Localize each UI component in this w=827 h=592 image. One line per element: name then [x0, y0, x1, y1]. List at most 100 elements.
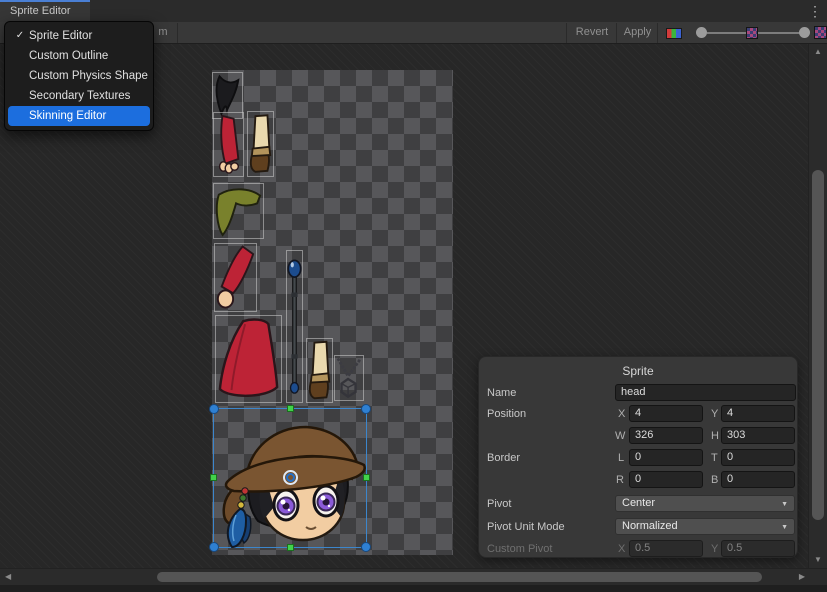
position-w-prefix: W	[615, 428, 625, 444]
border-label: Border	[487, 450, 520, 466]
clipped-toolbar-button[interactable]: m	[155, 22, 171, 43]
pivot-marker[interactable]	[283, 470, 298, 485]
menu-item-label: Sprite Editor	[29, 30, 92, 42]
vertical-scrollbar-thumb[interactable]	[812, 170, 824, 520]
selection-handle-top-left[interactable]	[209, 404, 219, 414]
name-field[interactable]: head	[615, 384, 796, 401]
custom-pivot-label: Custom Pivot	[487, 541, 552, 557]
selection-handle-bottom-right[interactable]	[361, 542, 371, 552]
custom-pivot-y-field: 0.5	[721, 540, 795, 557]
name-label: Name	[487, 385, 516, 401]
arm-sprite-image	[214, 113, 243, 176]
border-r-field[interactable]: 0	[629, 471, 703, 488]
position-y-field[interactable]: 4	[721, 405, 795, 422]
toolbar-divider	[177, 23, 178, 43]
menu-item-custom-physics-shape[interactable]: Custom Physics Shape	[8, 66, 150, 86]
sprite-rect-arm[interactable]	[213, 112, 244, 177]
pivot-dropdown-value: Center	[622, 497, 655, 509]
kebab-menu-icon[interactable]: ⋮	[806, 1, 824, 21]
sprite-inspector-panel: Sprite Name head Position X 4 Y 4 W 326 …	[478, 356, 798, 558]
amulet-sprite-image	[335, 356, 363, 400]
scroll-left-icon[interactable]: ◀	[5, 573, 11, 581]
border-t-field[interactable]: 0	[721, 449, 795, 466]
menu-item-skinning-editor[interactable]: Skinning Editor	[8, 106, 150, 126]
custom-pivot-y-prefix: Y	[711, 541, 718, 557]
slider-track[interactable]	[707, 32, 746, 34]
sprite-editor-mode-menu: ✓ Sprite Editor Custom Outline Custom Ph…	[4, 21, 154, 131]
position-label: Position	[487, 406, 526, 422]
mip-slider-handle[interactable]	[799, 27, 810, 38]
horizontal-scrollbar[interactable]: ◀ ▶	[0, 568, 827, 585]
pivot-marker-inner	[286, 473, 295, 482]
pivot-label: Pivot	[487, 496, 511, 512]
slider-track[interactable]	[758, 32, 800, 34]
custom-pivot-x-prefix: X	[618, 541, 625, 557]
menu-item-sprite-editor[interactable]: ✓ Sprite Editor	[8, 26, 150, 46]
staff-sprite-image	[287, 251, 302, 402]
scroll-up-icon[interactable]: ▲	[814, 48, 822, 56]
revert-button[interactable]: Revert	[568, 22, 616, 43]
selection-handle-bottom-center[interactable]	[287, 544, 294, 551]
position-h-field[interactable]: 303	[721, 427, 795, 444]
pivot-dropdown[interactable]: Center ▼	[615, 495, 795, 512]
selection-handle-bottom-left[interactable]	[209, 542, 219, 552]
chevron-down-icon: ▼	[781, 497, 788, 512]
menu-item-custom-outline[interactable]: Custom Outline	[8, 46, 150, 66]
toolbar-divider	[616, 23, 617, 43]
pivot-unit-mode-label: Pivot Unit Mode	[487, 519, 565, 535]
sprite-rect-staff[interactable]	[286, 250, 303, 403]
checkmark-icon: ✓	[13, 26, 27, 46]
scroll-right-icon[interactable]: ▶	[799, 573, 805, 581]
menu-item-label: Skinning Editor	[29, 110, 106, 122]
robe-sprite-image	[216, 316, 281, 402]
chevron-down-icon: ▼	[781, 520, 788, 535]
selected-sprite-rect-head[interactable]	[213, 408, 367, 548]
horizontal-scrollbar-thumb[interactable]	[157, 572, 762, 582]
scarf-sprite-image	[214, 184, 263, 238]
selection-handle-left-center[interactable]	[210, 474, 217, 481]
pivot-unit-mode-dropdown[interactable]: Normalized ▼	[615, 518, 795, 535]
sprite-rect-arm-2[interactable]	[214, 243, 257, 312]
alpha-slider-handle[interactable]	[696, 27, 707, 38]
position-x-field[interactable]: 4	[629, 405, 703, 422]
border-l-prefix: L	[618, 450, 624, 466]
panel-title: Sprite	[479, 364, 797, 378]
apply-button[interactable]: Apply	[618, 22, 657, 43]
boot-2-sprite-image	[307, 339, 332, 402]
menu-item-label: Custom Physics Shape	[29, 70, 148, 82]
border-b-field[interactable]: 0	[721, 471, 795, 488]
sprite-rect-boot[interactable]	[247, 111, 274, 177]
sprite-rect-scarf[interactable]	[213, 183, 264, 239]
selection-handle-right-center[interactable]	[363, 474, 370, 481]
boot-sprite-image	[248, 112, 273, 176]
sprite-rect-boot-2[interactable]	[306, 338, 333, 403]
sprite-rect-robe[interactable]	[215, 315, 282, 403]
scroll-down-icon[interactable]: ▼	[814, 556, 822, 564]
selection-handle-top-right[interactable]	[361, 404, 371, 414]
sprite-rect-amulet[interactable]	[334, 355, 364, 401]
mip-texture-max-icon	[814, 26, 827, 39]
menu-item-label: Custom Outline	[29, 50, 108, 62]
color-channel-swatch-icon[interactable]	[666, 28, 682, 39]
position-y-prefix: Y	[711, 406, 718, 422]
position-w-field[interactable]: 326	[629, 427, 703, 444]
border-t-prefix: T	[711, 450, 718, 466]
border-b-prefix: B	[711, 472, 718, 488]
custom-pivot-x-field: 0.5	[629, 540, 703, 557]
border-r-prefix: R	[616, 472, 624, 488]
toolbar-divider	[657, 23, 658, 43]
title-bar: Sprite Editor ⋮	[0, 0, 827, 22]
border-l-field[interactable]: 0	[629, 449, 703, 466]
toolbar-divider	[566, 23, 567, 43]
selection-handle-top-center[interactable]	[287, 405, 294, 412]
pivot-unit-mode-value: Normalized	[622, 520, 678, 532]
position-h-prefix: H	[711, 428, 719, 444]
position-x-prefix: X	[618, 406, 625, 422]
arm-2-sprite-image	[215, 244, 256, 311]
menu-item-label: Secondary Textures	[29, 90, 130, 102]
vertical-scrollbar[interactable]: ▲ ▼	[808, 44, 827, 568]
bottom-strip	[0, 585, 827, 592]
tab-sprite-editor[interactable]: Sprite Editor	[0, 0, 90, 22]
menu-item-secondary-textures[interactable]: Secondary Textures	[8, 86, 150, 106]
mip-texture-icon	[746, 27, 758, 39]
